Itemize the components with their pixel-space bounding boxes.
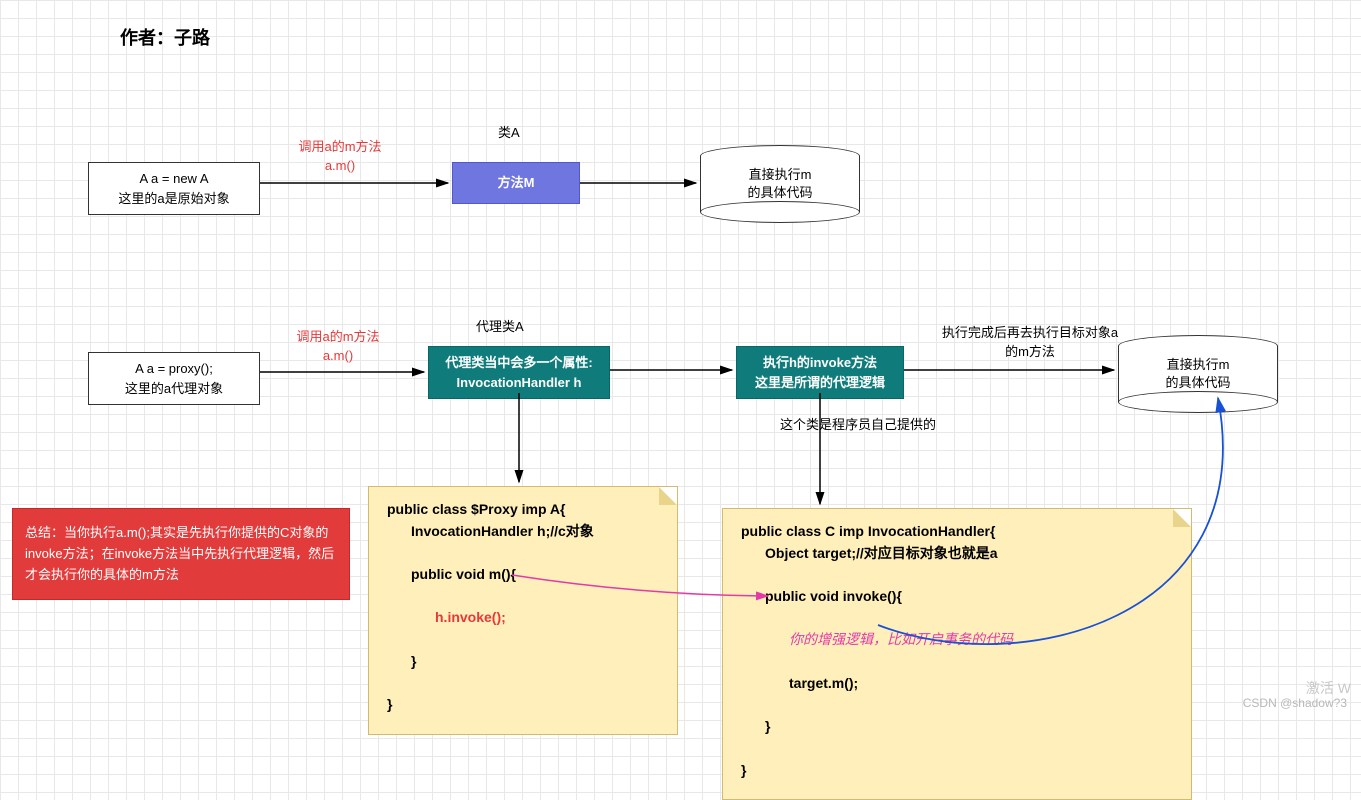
invoke-h-box: 执行h的invoke方法 这里是所谓的代理逻辑 xyxy=(736,346,904,399)
arrow-label-after-exec: 执行完成后再去执行目标对象a 的m方法 xyxy=(930,324,1130,362)
box-new-a: A a = new A 这里的a是原始对象 xyxy=(88,162,260,215)
method-m-box: 方法M xyxy=(452,162,580,204)
class-a-label: 类A xyxy=(498,124,520,143)
arrow-label-am-1: 调用a的m方法 a.m() xyxy=(280,138,400,176)
cylinder-exec-1: 直接执行m 的具体代码 xyxy=(700,156,860,212)
csdn-watermark: CSDN @shadow?3 xyxy=(1243,696,1347,710)
cylinder-exec-2: 直接执行m 的具体代码 xyxy=(1118,346,1278,402)
summary-box: 总结：当你执行a.m();其实是先执行你提供的C对象的invoke方法；在inv… xyxy=(12,508,350,600)
note-c-class: public class C imp InvocationHandler{ Ob… xyxy=(722,508,1192,800)
activate-windows: 激活 W xyxy=(1306,678,1351,698)
box-new-a-l2: 这里的a是原始对象 xyxy=(118,191,229,206)
proxy-attr-box: 代理类当中会多一个属性: InvocationHandler h xyxy=(428,346,610,399)
arrow-label-am-2: 调用a的m方法 a.m() xyxy=(278,328,398,366)
note-proxy-class: public class $Proxy imp A{ InvocationHan… xyxy=(368,486,678,735)
provided-class-label: 这个类是程序员自己提供的 xyxy=(780,416,936,435)
box-proxy-a: A a = proxy(); 这里的a代理对象 xyxy=(88,352,260,405)
box-new-a-l1: A a = new A xyxy=(139,171,208,186)
author-label: 作者：子路 xyxy=(120,24,210,50)
proxy-class-a-label: 代理类A xyxy=(476,318,524,337)
